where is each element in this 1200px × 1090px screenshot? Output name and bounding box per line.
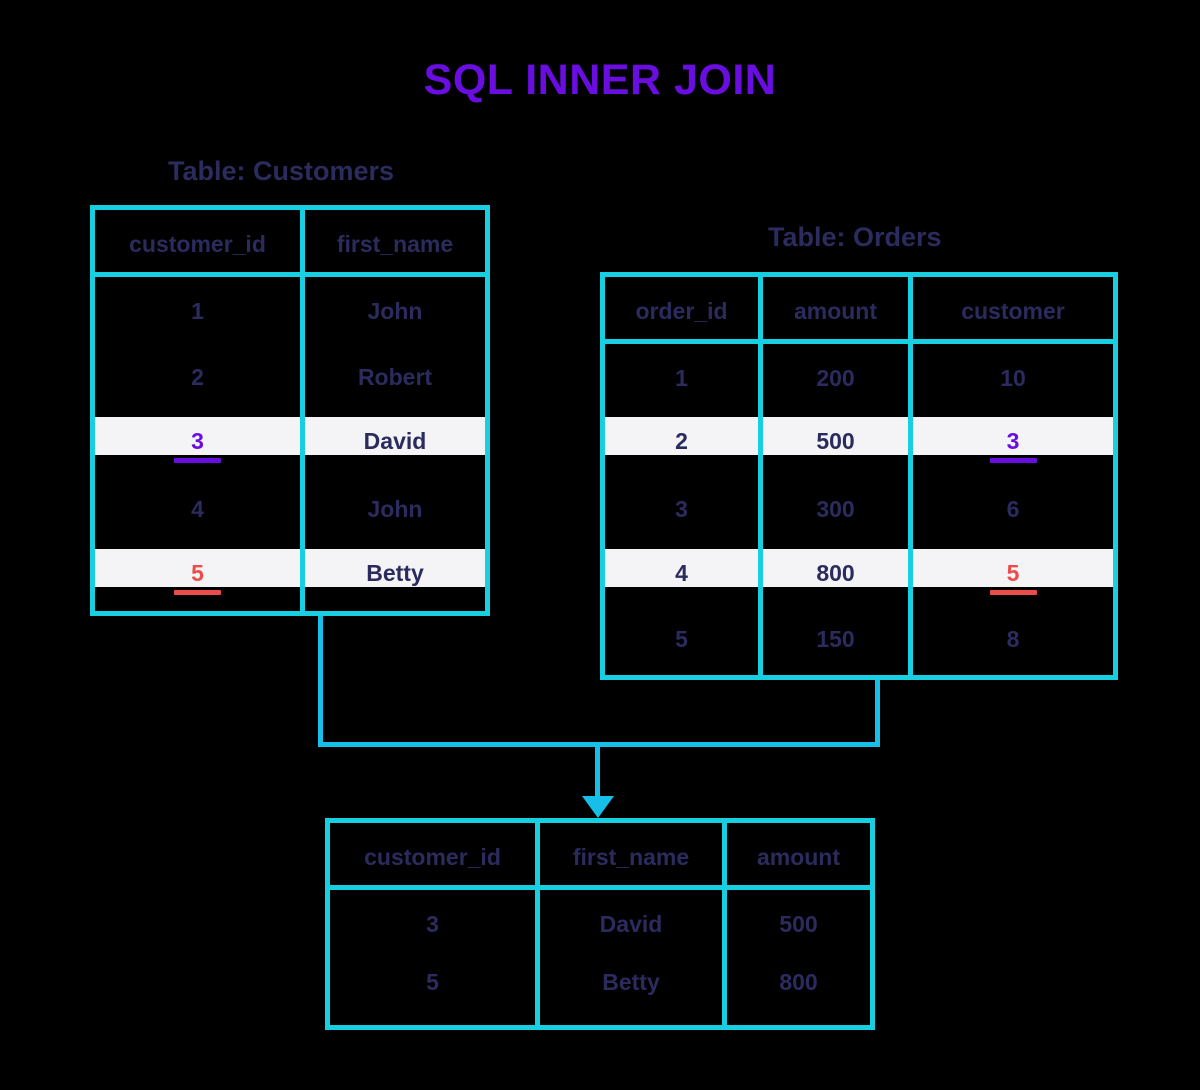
customers-cell-name: John xyxy=(367,298,423,324)
customers-key-underline-red xyxy=(174,590,221,595)
connector-arrow-stem xyxy=(595,742,600,797)
orders-cell-order-id: 4 xyxy=(675,560,688,586)
customers-table: customer_id first_name 1 John 2 Robert 3… xyxy=(90,205,490,616)
customers-cell-name: David xyxy=(363,428,427,454)
customers-cell-name: Betty xyxy=(366,560,424,586)
result-header-separator xyxy=(330,885,870,890)
customers-table-caption: Table: Customers xyxy=(168,156,395,186)
orders-table-caption: Table: Orders xyxy=(768,222,942,252)
orders-header-order-id: order_id xyxy=(635,298,728,324)
diagram-canvas: SQL INNER JOIN Table: Customers Table: O… xyxy=(0,0,1200,1090)
orders-cell-customer-key: 3 xyxy=(1006,428,1020,454)
orders-cell-amount: 300 xyxy=(816,496,855,522)
orders-key-underline-purple xyxy=(990,458,1037,463)
orders-cell-order-id: 2 xyxy=(675,428,688,454)
result-cell-customer-id: 5 xyxy=(426,969,439,995)
customers-cell-id: 4 xyxy=(191,496,204,522)
customers-cell-id-key: 3 xyxy=(191,428,204,454)
orders-cell-customer: 6 xyxy=(1006,496,1020,522)
arrow-down-icon xyxy=(582,796,614,818)
orders-cell-customer-key: 5 xyxy=(1006,560,1020,586)
orders-cell-amount: 200 xyxy=(816,365,855,391)
customers-header-separator xyxy=(95,272,485,277)
connector-customers-drop xyxy=(318,616,323,747)
orders-cell-amount: 800 xyxy=(816,560,855,586)
customers-header-first-name: first_name xyxy=(336,231,454,257)
orders-cell-customer: 10 xyxy=(1000,365,1026,391)
orders-cell-order-id: 3 xyxy=(675,496,688,522)
orders-column-separator-2 xyxy=(908,277,913,675)
orders-header-separator xyxy=(605,339,1113,344)
customers-header-customer-id: customer_id xyxy=(129,231,266,257)
result-table: customer_id first_name amount 3 David 50… xyxy=(325,818,875,1030)
customers-cell-name: Robert xyxy=(357,364,433,390)
customers-cell-name: John xyxy=(367,496,423,522)
orders-cell-order-id: 1 xyxy=(675,365,688,391)
orders-table: order_id amount customer 1 200 10 2 500 … xyxy=(600,272,1118,680)
result-cell-amount: 500 xyxy=(779,911,818,937)
orders-cell-customer: 8 xyxy=(1006,626,1020,652)
orders-header-customer: customer xyxy=(961,298,1065,324)
orders-key-underline-red xyxy=(990,590,1037,595)
customers-cell-id: 1 xyxy=(191,298,204,324)
customers-cell-id: 2 xyxy=(191,364,204,390)
orders-cell-order-id: 5 xyxy=(675,626,688,652)
customers-column-separator xyxy=(300,210,305,611)
customers-key-underline-purple xyxy=(174,458,221,463)
connector-orders-drop xyxy=(875,680,880,747)
result-cell-first-name: Betty xyxy=(602,969,660,995)
orders-column-separator-1 xyxy=(758,277,763,675)
result-cell-customer-id: 3 xyxy=(426,911,439,937)
result-header-customer-id: customer_id xyxy=(364,844,501,870)
result-header-first-name: first_name xyxy=(572,844,690,870)
page-title: SQL INNER JOIN xyxy=(423,56,777,104)
orders-cell-amount: 500 xyxy=(816,428,855,454)
orders-cell-amount: 150 xyxy=(816,626,855,652)
customers-cell-id-key: 5 xyxy=(191,560,204,586)
result-cell-amount: 800 xyxy=(779,969,818,995)
result-cell-first-name: David xyxy=(599,911,663,937)
orders-header-amount: amount xyxy=(793,298,878,324)
result-header-amount: amount xyxy=(756,844,841,870)
